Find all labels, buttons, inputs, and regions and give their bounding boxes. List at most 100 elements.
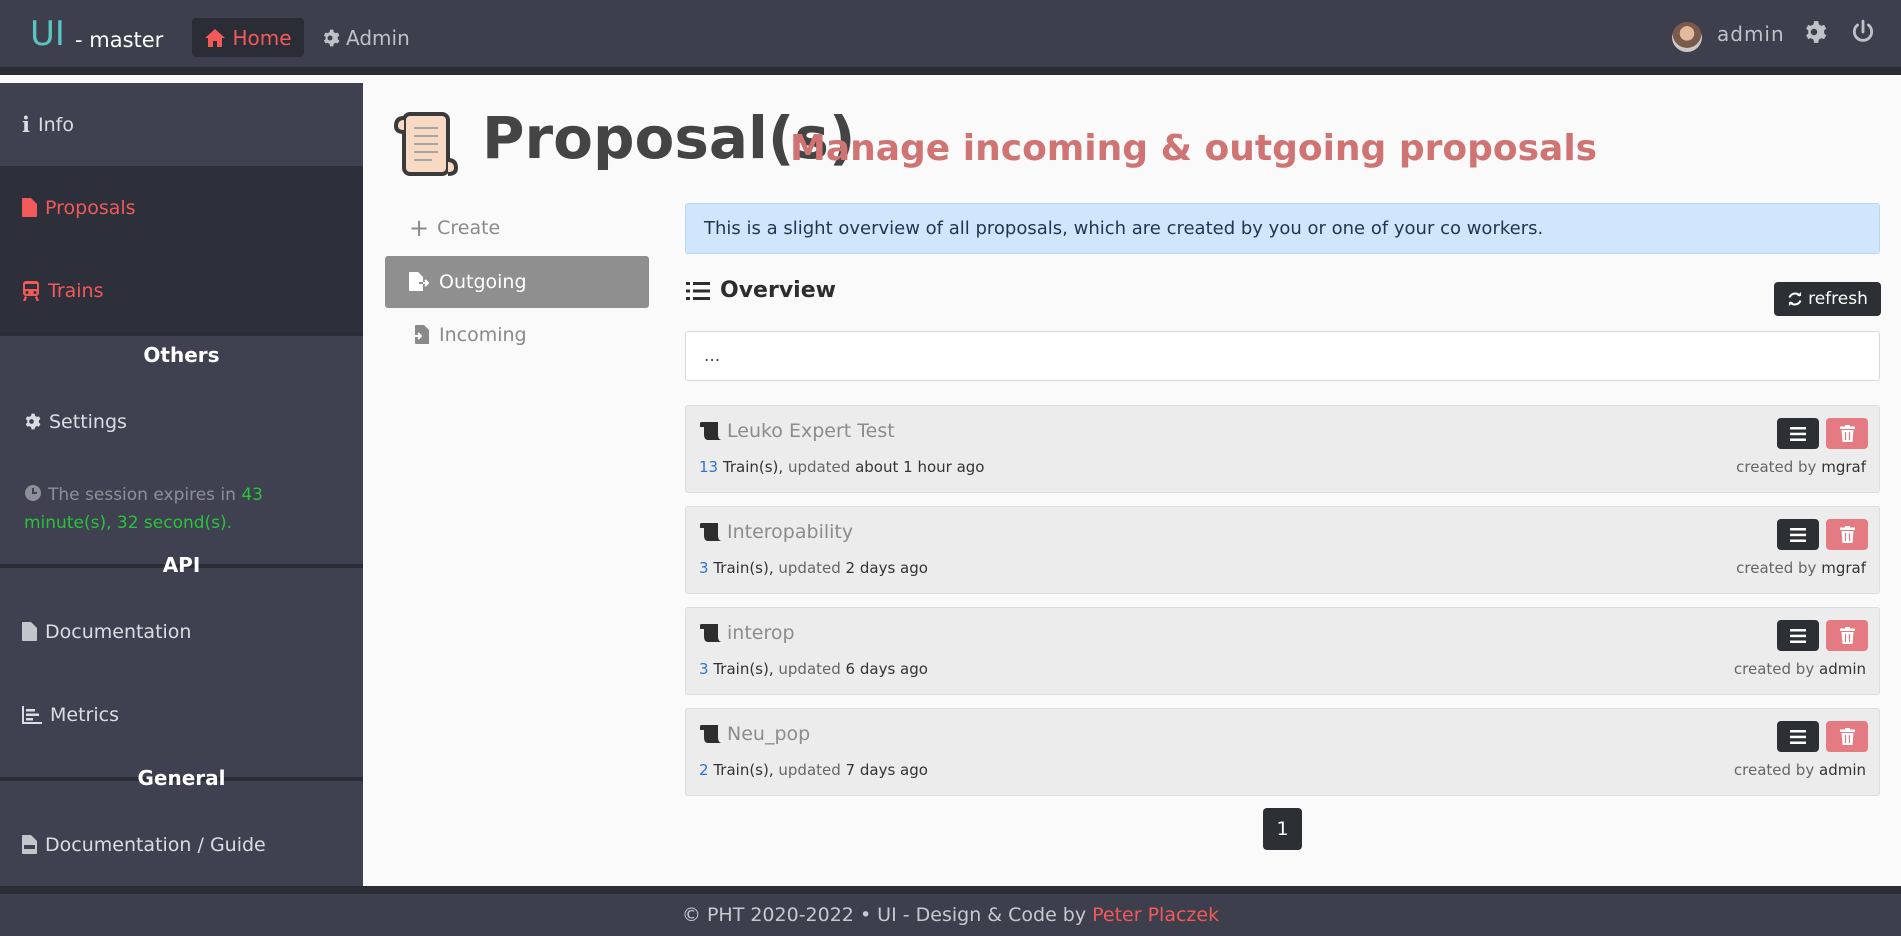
proposal-title[interactable]: Interopability (727, 521, 853, 543)
updated-label: updated (778, 761, 841, 779)
train-count: 3 (699, 660, 709, 678)
file-import-icon (410, 325, 429, 344)
creator-name: mgraf (1821, 559, 1866, 577)
proposal-meta: 3 Train(s), updated 2 days ago (699, 559, 928, 577)
user-name[interactable]: admin (1717, 22, 1785, 46)
sidebar-item-label: Info (37, 113, 74, 136)
sidebar-item-label: Documentation (45, 620, 192, 643)
gear-icon (323, 29, 340, 46)
updated-time: about 1 hour ago (855, 458, 985, 476)
sidebar-heading-general: General (137, 766, 226, 790)
sidebar-item-documentation[interactable]: Documentation (0, 590, 363, 673)
scroll-icon (700, 422, 722, 440)
info-icon: i (22, 112, 30, 137)
updated-time: 2 days ago (845, 559, 928, 577)
nav-admin-link[interactable]: Admin (320, 18, 410, 57)
chart-icon (22, 705, 42, 724)
divider (0, 332, 363, 336)
footer: © PHT 2020-2022 • UI - Design & Code by … (0, 886, 1901, 936)
created-by-label: created by (1736, 458, 1817, 476)
menu-icon (1790, 527, 1806, 542)
updated-label: updated (778, 660, 841, 678)
sidebar-item-settings[interactable]: Settings (0, 380, 363, 463)
sidebar-item-guide[interactable]: Documentation / Guide (0, 803, 363, 886)
brand-logo[interactable]: UI (30, 14, 65, 54)
top-navbar: UI - master Home Admin admin (0, 0, 1901, 75)
subnav-outgoing[interactable]: Outgoing (385, 256, 649, 308)
created-by-label: created by (1736, 559, 1817, 577)
delete-button[interactable] (1826, 721, 1868, 752)
nav-home-link[interactable]: Home (192, 18, 304, 57)
created-by-label: created by (1733, 761, 1815, 779)
gear-icon (25, 413, 41, 430)
refresh-button[interactable]: refresh (1774, 282, 1881, 316)
list-icon (686, 281, 710, 300)
proposal-card: Neu_pop 2 Train(s), updated 7 days ago c… (685, 708, 1880, 796)
proposal-creator: created by mgraf (1736, 458, 1866, 476)
avatar[interactable] (1672, 22, 1702, 52)
scroll-icon (700, 725, 722, 743)
proposal-creator: created by mgraf (1736, 559, 1866, 577)
nav-admin-label: Admin (346, 25, 410, 50)
power-icon[interactable] (1850, 19, 1876, 49)
details-button[interactable] (1777, 620, 1819, 651)
trash-icon (1839, 526, 1855, 543)
proposal-title[interactable]: Neu_pop (727, 723, 810, 745)
train-icon (23, 280, 39, 301)
details-button[interactable] (1777, 418, 1819, 449)
page-subtitle: Manage incoming & outgoing proposals (790, 128, 1598, 169)
session-label: The session expires in (48, 485, 236, 505)
scroll-icon (392, 108, 462, 182)
home-icon (205, 28, 226, 47)
sidebar-item-info[interactable]: i Info (0, 83, 363, 166)
proposal-meta: 3 Train(s), updated 6 days ago (699, 660, 928, 678)
delete-button[interactable] (1826, 620, 1868, 651)
footer-author-link[interactable]: Peter Placzek (1092, 904, 1219, 926)
pdf-icon (22, 835, 37, 854)
delete-button[interactable] (1826, 519, 1868, 550)
proposal-card: interop 3 Train(s), updated 6 days ago c… (685, 607, 1880, 695)
sidebar-item-label: Documentation / Guide (45, 833, 266, 856)
search-input[interactable] (685, 331, 1880, 381)
scroll-icon (700, 624, 722, 642)
overview-title: Overview (720, 278, 836, 303)
refresh-icon (1788, 292, 1802, 306)
plus-icon: + (409, 214, 430, 242)
sidebar-item-label: Proposals (45, 196, 136, 219)
proposal-meta: 13 Train(s), updated about 1 hour ago (699, 458, 984, 476)
subnav-incoming[interactable]: Incoming (385, 309, 649, 361)
delete-button[interactable] (1826, 418, 1868, 449)
proposal-card: Leuko Expert Test 13 Train(s), updated a… (685, 405, 1880, 493)
train-count-label: Train(s), (713, 559, 774, 577)
details-button[interactable] (1777, 721, 1819, 752)
train-count: 13 (699, 458, 719, 476)
sidebar-item-trains[interactable]: Trains (0, 249, 363, 332)
footer-text: © PHT 2020-2022 • UI - Design & Code by (681, 904, 1087, 926)
proposal-title[interactable]: Leuko Expert Test (727, 420, 895, 442)
sidebar: i Info Proposals Trains Others Settings … (0, 83, 363, 886)
updated-time: 7 days ago (845, 761, 928, 779)
updated-label: updated (787, 458, 851, 476)
proposal-creator: created by admin (1734, 761, 1866, 779)
sidebar-item-label: Trains (48, 279, 104, 302)
train-count-label: Train(s), (713, 761, 774, 779)
file-export-icon (409, 272, 430, 291)
pagination-page-button[interactable]: 1 (1263, 808, 1302, 850)
updated-label: updated (778, 559, 841, 577)
details-button[interactable] (1777, 519, 1819, 550)
file-icon (22, 622, 37, 641)
menu-icon (1790, 426, 1806, 441)
clock-icon (25, 485, 41, 501)
subnav-label: Create (437, 217, 501, 239)
proposal-title[interactable]: interop (727, 622, 795, 644)
info-alert: This is a slight overview of all proposa… (685, 203, 1880, 254)
train-count-label: Train(s), (713, 660, 774, 678)
brand-subtitle: - master (75, 28, 164, 52)
settings-gear-icon[interactable] (1801, 19, 1827, 49)
sidebar-item-metrics[interactable]: Metrics (0, 673, 363, 756)
subnav-create[interactable]: + Create (385, 202, 649, 254)
sidebar-item-proposals[interactable]: Proposals (0, 166, 363, 249)
overview-heading: Overview (686, 278, 836, 303)
subnav-label: Incoming (439, 324, 527, 346)
refresh-label: refresh (1808, 289, 1868, 309)
